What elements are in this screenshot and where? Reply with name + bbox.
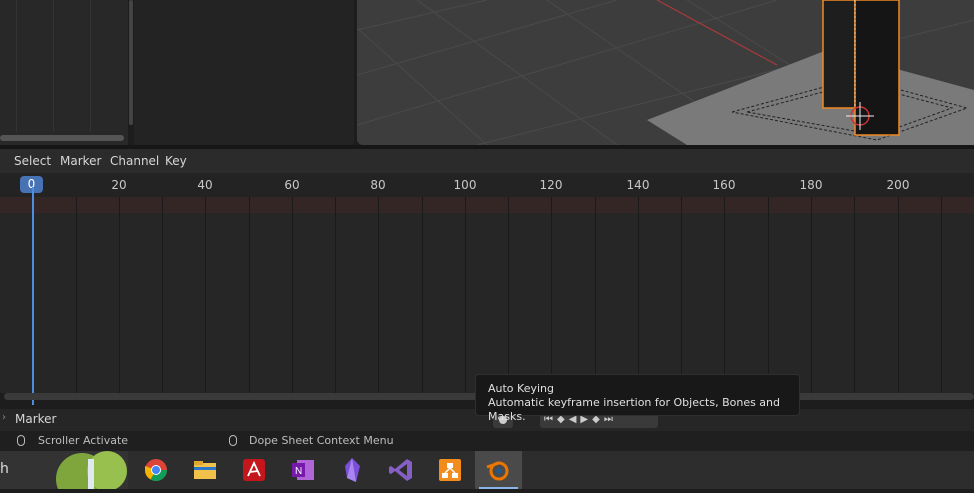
outliner-column-divider <box>90 0 91 132</box>
status-left-hint: Scroller Activate <box>38 434 129 447</box>
mouse-icon <box>17 435 25 446</box>
grid-line <box>76 197 77 393</box>
grid-line <box>724 197 725 393</box>
grid-line <box>119 197 120 393</box>
grid-line <box>249 197 250 393</box>
empty-editor-panel <box>134 0 354 145</box>
menu-key[interactable]: Key <box>165 154 187 168</box>
3d-viewport[interactable] <box>357 0 974 145</box>
grid-line <box>898 197 899 393</box>
grid-line <box>465 197 466 393</box>
frame-tick: 140 <box>626 178 650 192</box>
grid-line <box>508 197 509 393</box>
grid-line <box>854 197 855 393</box>
visual-studio-icon[interactable] <box>385 454 417 486</box>
blender-icon[interactable] <box>475 451 522 489</box>
search-highlight-image <box>56 451 127 489</box>
grid-line <box>162 197 163 393</box>
frame-tick: 120 <box>539 178 563 192</box>
playhead[interactable] <box>32 187 34 405</box>
marker-label: Marker <box>15 412 57 426</box>
grid-line <box>292 197 293 393</box>
frame-tick: 40 <box>197 178 213 192</box>
status-right-hint: Dope Sheet Context Menu <box>249 434 394 447</box>
onenote-icon[interactable]: N <box>287 454 319 486</box>
frame-tick: 100 <box>453 178 477 192</box>
frame-tick: 180 <box>799 178 823 192</box>
status-bar: Scroller Activate Dope Sheet Context Men… <box>0 431 974 451</box>
grid-line <box>941 197 942 393</box>
frame-tick: 160 <box>712 178 736 192</box>
outliner-panel <box>0 0 128 145</box>
outliner-horizontal-scrollbar[interactable] <box>0 135 124 141</box>
svg-text:N: N <box>295 466 302 477</box>
x-axis-line <box>656 0 778 66</box>
selected-object <box>822 0 856 109</box>
grid-line <box>638 197 639 393</box>
auto-keying-tooltip: Auto Keying Automatic keyframe insertion… <box>475 374 800 423</box>
frame-tick: 80 <box>370 178 386 192</box>
chrome-icon[interactable] <box>140 454 172 486</box>
ground-plane <box>647 50 974 145</box>
outliner-column-divider <box>53 0 54 132</box>
grid-line <box>422 197 423 393</box>
frame-tick: 20 <box>111 178 127 192</box>
app-icon[interactable] <box>434 454 466 486</box>
mouse-icon <box>229 435 237 446</box>
viewport-scene <box>357 0 974 145</box>
summary-channel-row[interactable] <box>0 197 974 213</box>
acrobat-icon[interactable] <box>238 454 270 486</box>
grid-line <box>681 197 682 393</box>
frame-tick: 200 <box>886 178 910 192</box>
grid-line <box>551 197 552 393</box>
dopesheet-channel-region[interactable] <box>0 197 974 393</box>
chevron-right-icon[interactable]: › <box>2 412 6 423</box>
grid-line <box>205 197 206 393</box>
menu-channel[interactable]: Channel <box>110 154 159 168</box>
grid-line <box>595 197 596 393</box>
outliner-vertical-scrollbar[interactable] <box>129 0 133 125</box>
windows-taskbar: h N <box>0 451 974 489</box>
tooltip-description: Automatic keyframe insertion for Objects… <box>488 396 781 423</box>
menu-select[interactable]: Select <box>14 154 51 168</box>
frame-tick: 60 <box>284 178 300 192</box>
outliner-column-divider <box>16 0 17 132</box>
file-explorer-icon[interactable] <box>189 454 221 486</box>
timeline-ruler[interactable]: 0 20 40 60 80 100 120 140 160 180 200 <box>0 173 974 197</box>
grid-line <box>378 197 379 393</box>
taskbar-search-box[interactable]: h <box>0 451 128 489</box>
grid-line <box>335 197 336 393</box>
grid-line <box>811 197 812 393</box>
obsidian-icon[interactable] <box>336 454 368 486</box>
tooltip-title: Auto Keying <box>488 382 554 395</box>
dopesheet-header: Select Marker Channel Key <box>0 149 974 173</box>
menu-marker[interactable]: Marker <box>60 154 101 168</box>
grid-line <box>768 197 769 393</box>
search-text: h <box>0 461 9 477</box>
